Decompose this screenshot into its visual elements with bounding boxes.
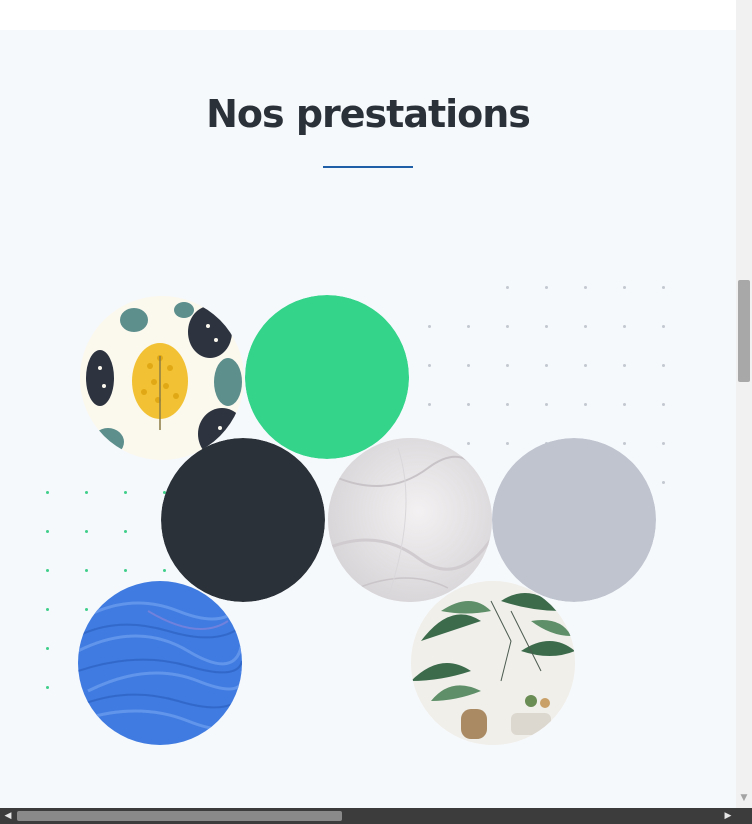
green-dot [124, 491, 127, 494]
grey-dot [623, 364, 626, 367]
green-dot [46, 569, 49, 572]
chevron-left-icon[interactable]: ◀ [1, 808, 15, 824]
leaf-pattern-wallpaper-circle[interactable] [80, 296, 244, 460]
grey-dot [623, 286, 626, 289]
horizontal-scroll-thumb[interactable] [17, 811, 342, 821]
green-dot [85, 530, 88, 533]
green-dot [163, 569, 166, 572]
grey-color-circle[interactable] [492, 438, 656, 602]
grey-dot [584, 364, 587, 367]
green-dot [124, 569, 127, 572]
green-dot [46, 647, 49, 650]
section-title: Nos prestations [206, 92, 531, 136]
green-swatch [245, 295, 409, 459]
tropical-wallpaper-image [411, 581, 575, 745]
grey-dot [506, 325, 509, 328]
grey-dot [506, 442, 509, 445]
title-underline [323, 166, 413, 168]
green-dot [46, 686, 49, 689]
grey-dot [467, 442, 470, 445]
prestations-section: Nos prestations [0, 30, 736, 808]
vertical-scroll-thumb[interactable] [738, 280, 750, 382]
grey-dot [428, 364, 431, 367]
grey-dot [662, 286, 665, 289]
chevron-right-icon[interactable]: ▶ [721, 808, 735, 824]
scrollbar-corner [736, 808, 752, 824]
grey-dot [545, 403, 548, 406]
grey-dot [467, 364, 470, 367]
grey-dot [662, 364, 665, 367]
horizontal-scrollbar[interactable]: ◀ ▶ [0, 808, 736, 824]
grey-dot [545, 286, 548, 289]
grey-dot [428, 403, 431, 406]
grey-dot [584, 403, 587, 406]
grey-dot [506, 364, 509, 367]
marble-texture-image [328, 438, 492, 602]
grey-dot [467, 403, 470, 406]
grey-dot [506, 403, 509, 406]
green-dot [46, 491, 49, 494]
blue-paint-image [78, 581, 242, 745]
grey-dot [467, 325, 470, 328]
dark-color-circle[interactable] [161, 438, 325, 602]
green-dot [46, 608, 49, 611]
green-dot [124, 530, 127, 533]
grey-dot [584, 286, 587, 289]
grey-dot [545, 364, 548, 367]
grey-dot [623, 403, 626, 406]
leaf-pattern-image [80, 296, 244, 460]
grey-dot [662, 403, 665, 406]
grey-dot [662, 481, 665, 484]
green-color-circle[interactable] [245, 295, 409, 459]
blue-paint-texture-circle[interactable] [78, 581, 242, 745]
tropical-wallpaper-circle[interactable] [411, 581, 575, 745]
marble-texture-circle[interactable] [328, 438, 492, 602]
green-dot [85, 608, 88, 611]
chevron-down-icon[interactable]: ▼ [736, 790, 752, 806]
grey-dot [584, 325, 587, 328]
grey-dot [662, 442, 665, 445]
grey-dot [623, 442, 626, 445]
top-header-strip [0, 0, 736, 30]
dark-swatch [161, 438, 325, 602]
grey-dot [506, 286, 509, 289]
green-dot [85, 491, 88, 494]
grey-swatch [492, 438, 656, 602]
vertical-scrollbar[interactable]: ▼ [736, 0, 752, 808]
grey-dot [662, 325, 665, 328]
green-dot [85, 569, 88, 572]
grey-dot [623, 325, 626, 328]
grey-dot [428, 325, 431, 328]
grey-dot [545, 325, 548, 328]
green-dot [46, 530, 49, 533]
